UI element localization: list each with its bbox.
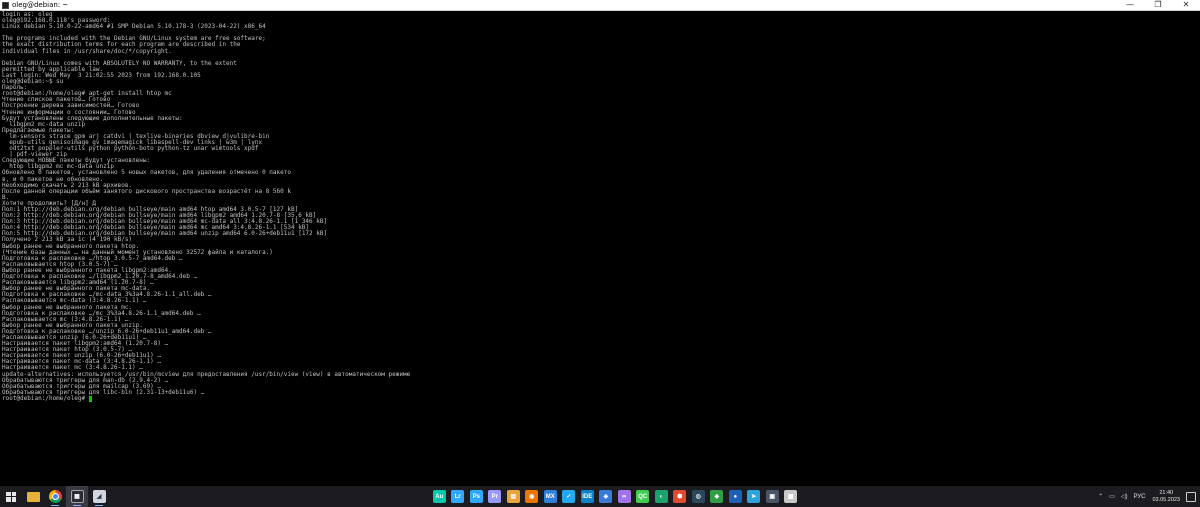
folder-icon bbox=[26, 491, 40, 502]
telegram-icon: ➤ bbox=[747, 490, 761, 503]
steam-icon: ◎ bbox=[691, 490, 705, 503]
visual-studio-code-icon: ✓ bbox=[562, 490, 576, 503]
taskbar: ▦ ◢ Au Lr Ps Pr ▤ ◉ MX ✓ IDE ◈ ∞ QC ◐ ⬢ ◎ ◆ ● ➤ ▣ ▦ ⌃ ▭ ◁) … bbox=[0, 486, 1200, 507]
network-app-button[interactable]: ◆ bbox=[708, 486, 727, 507]
volume-icon[interactable]: ◁) bbox=[1121, 493, 1128, 500]
telegram-button[interactable]: ➤ bbox=[745, 486, 764, 507]
clock-time: 21:40 bbox=[1159, 489, 1174, 496]
putty-icon: ▦ bbox=[70, 490, 84, 503]
app-window-icon: ◢ bbox=[92, 490, 106, 503]
maximize-button[interactable]: ❐ bbox=[1144, 0, 1172, 10]
terminal-window[interactable]: login as: oleg oleg@192.168.0.118's pass… bbox=[0, 11, 1200, 486]
window-title-bar[interactable]: oleg@debian: ~ — ❐ ✕ bbox=[0, 0, 1200, 11]
app-b-icon: ● bbox=[728, 490, 742, 503]
minimize-button[interactable]: — bbox=[1116, 0, 1144, 10]
premiere-icon: Pr bbox=[488, 490, 502, 503]
visual-studio-code-button[interactable]: ✓ bbox=[560, 486, 579, 507]
putty-icon: ▦ bbox=[784, 490, 798, 503]
monitor-app-button[interactable]: ▣ bbox=[763, 486, 782, 507]
network-icon[interactable]: ▭ bbox=[1109, 493, 1115, 500]
window-controls: — ❐ ✕ bbox=[1116, 0, 1200, 10]
clock[interactable]: 21:40 03.05.2023 bbox=[1152, 490, 1180, 504]
putty-taskbar-button[interactable]: ▦ bbox=[66, 486, 88, 507]
folder-app-icon: ▤ bbox=[506, 490, 520, 503]
visual-studio-icon: ∞ bbox=[617, 490, 631, 503]
putty-button[interactable]: ▦ bbox=[782, 486, 801, 507]
lightroom-button[interactable]: Lr bbox=[449, 486, 468, 507]
visual-studio-button[interactable]: ∞ bbox=[615, 486, 634, 507]
file-explorer-button[interactable] bbox=[22, 486, 44, 507]
folder-app-button[interactable]: ▤ bbox=[504, 486, 523, 507]
app-b-button[interactable]: ● bbox=[726, 486, 745, 507]
chrome-icon bbox=[48, 490, 62, 503]
clock-date: 03.05.2023 bbox=[1152, 496, 1180, 503]
pinned-apps: Au Lr Ps Pr ▤ ◉ MX ✓ IDE ◈ ∞ QC ◐ ⬢ ◎ ◆ ● ➤ ▣ ▦ bbox=[430, 486, 800, 507]
start-button[interactable] bbox=[0, 486, 22, 507]
tray-chevron-icon[interactable]: ⌃ bbox=[1098, 493, 1103, 500]
blender-button[interactable]: ◉ bbox=[523, 486, 542, 507]
windows-logo-icon bbox=[6, 491, 16, 502]
monitor-app-icon: ▣ bbox=[765, 490, 779, 503]
shield-button[interactable]: ⬢ bbox=[671, 486, 690, 507]
putty-window-icon[interactable] bbox=[2, 1, 9, 9]
terminal-output: login as: oleg oleg@192.168.0.118's pass… bbox=[0, 11, 1200, 402]
qt-creator-button[interactable]: QC bbox=[634, 486, 653, 507]
vpn-icon: ◐ bbox=[654, 490, 668, 503]
language-indicator[interactable]: РУС bbox=[1133, 494, 1145, 500]
notification-icon[interactable] bbox=[1186, 491, 1196, 502]
photoshop-icon: Ps bbox=[469, 490, 483, 503]
app-window-button[interactable]: ◢ bbox=[88, 486, 110, 507]
terminal-line: Linux debian 5.10.0-22-amd64 #1 SMP Debi… bbox=[2, 23, 266, 31]
photoshop-button[interactable]: Ps bbox=[467, 486, 486, 507]
chrome-button[interactable] bbox=[44, 486, 66, 507]
database-icon: ◈ bbox=[599, 490, 613, 503]
system-tray: ⌃ ▭ ◁) РУС 21:40 03.05.2023 bbox=[1095, 486, 1200, 507]
terminal-lines: login as: oleg oleg@192.168.0.118's pass… bbox=[2, 11, 410, 396]
qt-creator-icon: QC bbox=[636, 490, 650, 503]
ide-icon: IDE bbox=[580, 490, 594, 503]
mx-button[interactable]: MX bbox=[541, 486, 560, 507]
terminal-line: individual files in /usr/share/doc/*/cop… bbox=[2, 47, 172, 55]
window-title: oleg@debian: ~ bbox=[12, 1, 69, 9]
terminal-line: После данной операции объём занятого дис… bbox=[2, 187, 291, 195]
terminal-prompt: root@debian:/home/oleg# bbox=[2, 394, 89, 402]
vpn-button[interactable]: ◐ bbox=[652, 486, 671, 507]
database-button[interactable]: ◈ bbox=[597, 486, 616, 507]
network-app-icon: ◆ bbox=[710, 490, 724, 503]
audition-button[interactable]: Au bbox=[430, 486, 449, 507]
audition-icon: Au bbox=[432, 490, 446, 503]
mx-icon: MX bbox=[543, 490, 557, 503]
ide-button[interactable]: IDE bbox=[578, 486, 597, 507]
lightroom-icon: Lr bbox=[451, 490, 465, 503]
close-button[interactable]: ✕ bbox=[1172, 0, 1200, 10]
shield-icon: ⬢ bbox=[673, 490, 687, 503]
blender-icon: ◉ bbox=[525, 490, 539, 503]
steam-button[interactable]: ◎ bbox=[689, 486, 708, 507]
premiere-button[interactable]: Pr bbox=[486, 486, 505, 507]
terminal-cursor bbox=[88, 395, 93, 402]
